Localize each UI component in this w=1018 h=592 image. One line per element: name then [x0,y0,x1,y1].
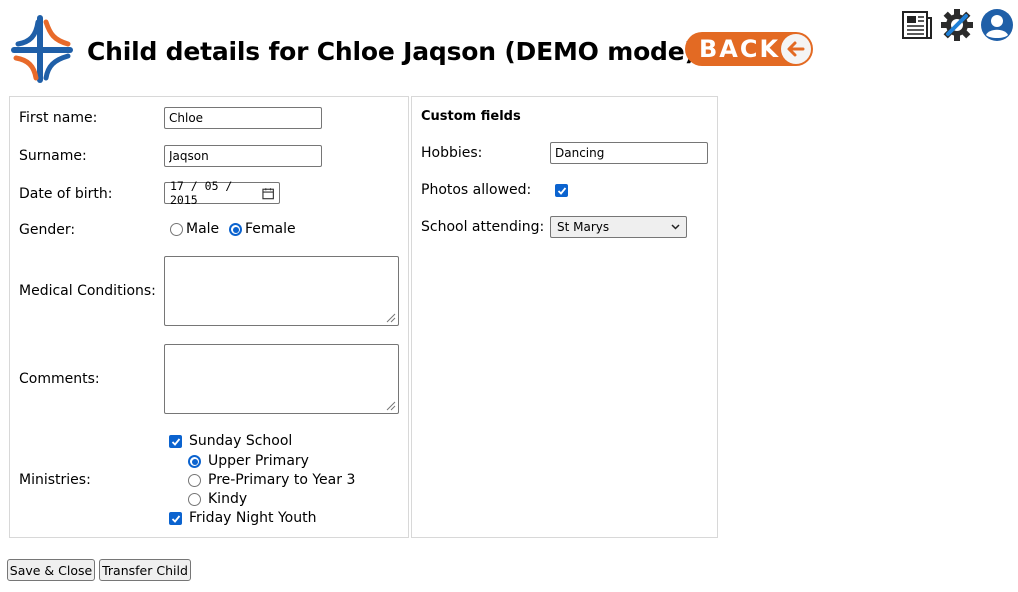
friday-night-youth-label: Friday Night Youth [189,510,317,526]
kindy-radio[interactable] [188,493,201,506]
surname-input[interactable] [164,145,322,167]
sunday-school-checkbox[interactable] [169,435,182,448]
photos-allowed-label: Photos allowed: [421,182,532,198]
kindy-label: Kindy [208,491,248,507]
pre-primary-label: Pre-Primary to Year 3 [208,472,356,488]
school-attending-label: School attending: [421,219,545,235]
resize-grip-icon[interactable] [384,311,396,323]
sunday-school-label: Sunday School [189,433,293,449]
page-title: Child details for Chloe Jaqson (DEMO mod… [87,37,696,66]
child-details-panel: First name: Surname: Date of birth: 17 /… [9,96,409,538]
hobbies-label: Hobbies: [421,145,483,161]
back-button[interactable]: BACK [685,32,813,66]
dob-date-input[interactable]: 17 / 05 / 2015 [164,179,280,207]
friday-night-youth-checkbox[interactable] [169,512,182,525]
ministries-label: Ministries: [19,472,91,488]
medical-conditions-label: Medical Conditions: [19,283,156,299]
checkmark-icon [171,437,180,446]
school-attending-select[interactable]: St Marys [550,216,687,238]
church-cross-logo-icon [11,15,73,83]
gender-female-radio[interactable] [229,223,242,236]
arrow-left-icon [781,34,811,64]
comments-textarea[interactable] [164,344,399,414]
dob-label: Date of birth: [19,186,113,202]
checkmark-icon [171,514,180,523]
user-account-icon[interactable] [980,8,1014,42]
surname-label: Surname: [19,148,87,164]
chevron-down-icon [671,224,680,230]
upper-primary-label: Upper Primary [208,453,309,469]
checkmark-icon [557,186,566,195]
comments-label: Comments: [19,371,100,387]
medical-conditions-textarea[interactable] [164,256,399,326]
save-close-button[interactable]: Save & Close [7,559,95,581]
dob-value: 17 / 05 / 2015 [170,179,233,207]
back-button-label: BACK [699,35,781,63]
upper-primary-radio[interactable] [188,455,201,468]
calendar-icon[interactable] [262,187,274,200]
first-name-input[interactable] [164,107,322,129]
pre-primary-radio[interactable] [188,474,201,487]
resize-grip-icon[interactable] [384,399,396,411]
gender-male-label: Male [186,221,220,237]
top-toolbar [900,8,1014,42]
custom-fields-title: Custom fields [421,109,521,124]
hobbies-input[interactable] [550,142,708,164]
transfer-child-button[interactable]: Transfer Child [99,559,191,581]
first-name-label: First name: [19,110,98,126]
newspaper-icon[interactable] [900,8,934,42]
school-attending-value: St Marys [557,220,610,234]
custom-fields-panel: Custom fields Hobbies: Photos allowed: S… [411,96,718,538]
photos-allowed-checkbox[interactable] [555,184,568,197]
gear-icon[interactable] [940,8,974,42]
gender-male-radio[interactable] [170,223,183,236]
gender-female-label: Female [245,221,296,237]
gender-label: Gender: [19,222,76,238]
